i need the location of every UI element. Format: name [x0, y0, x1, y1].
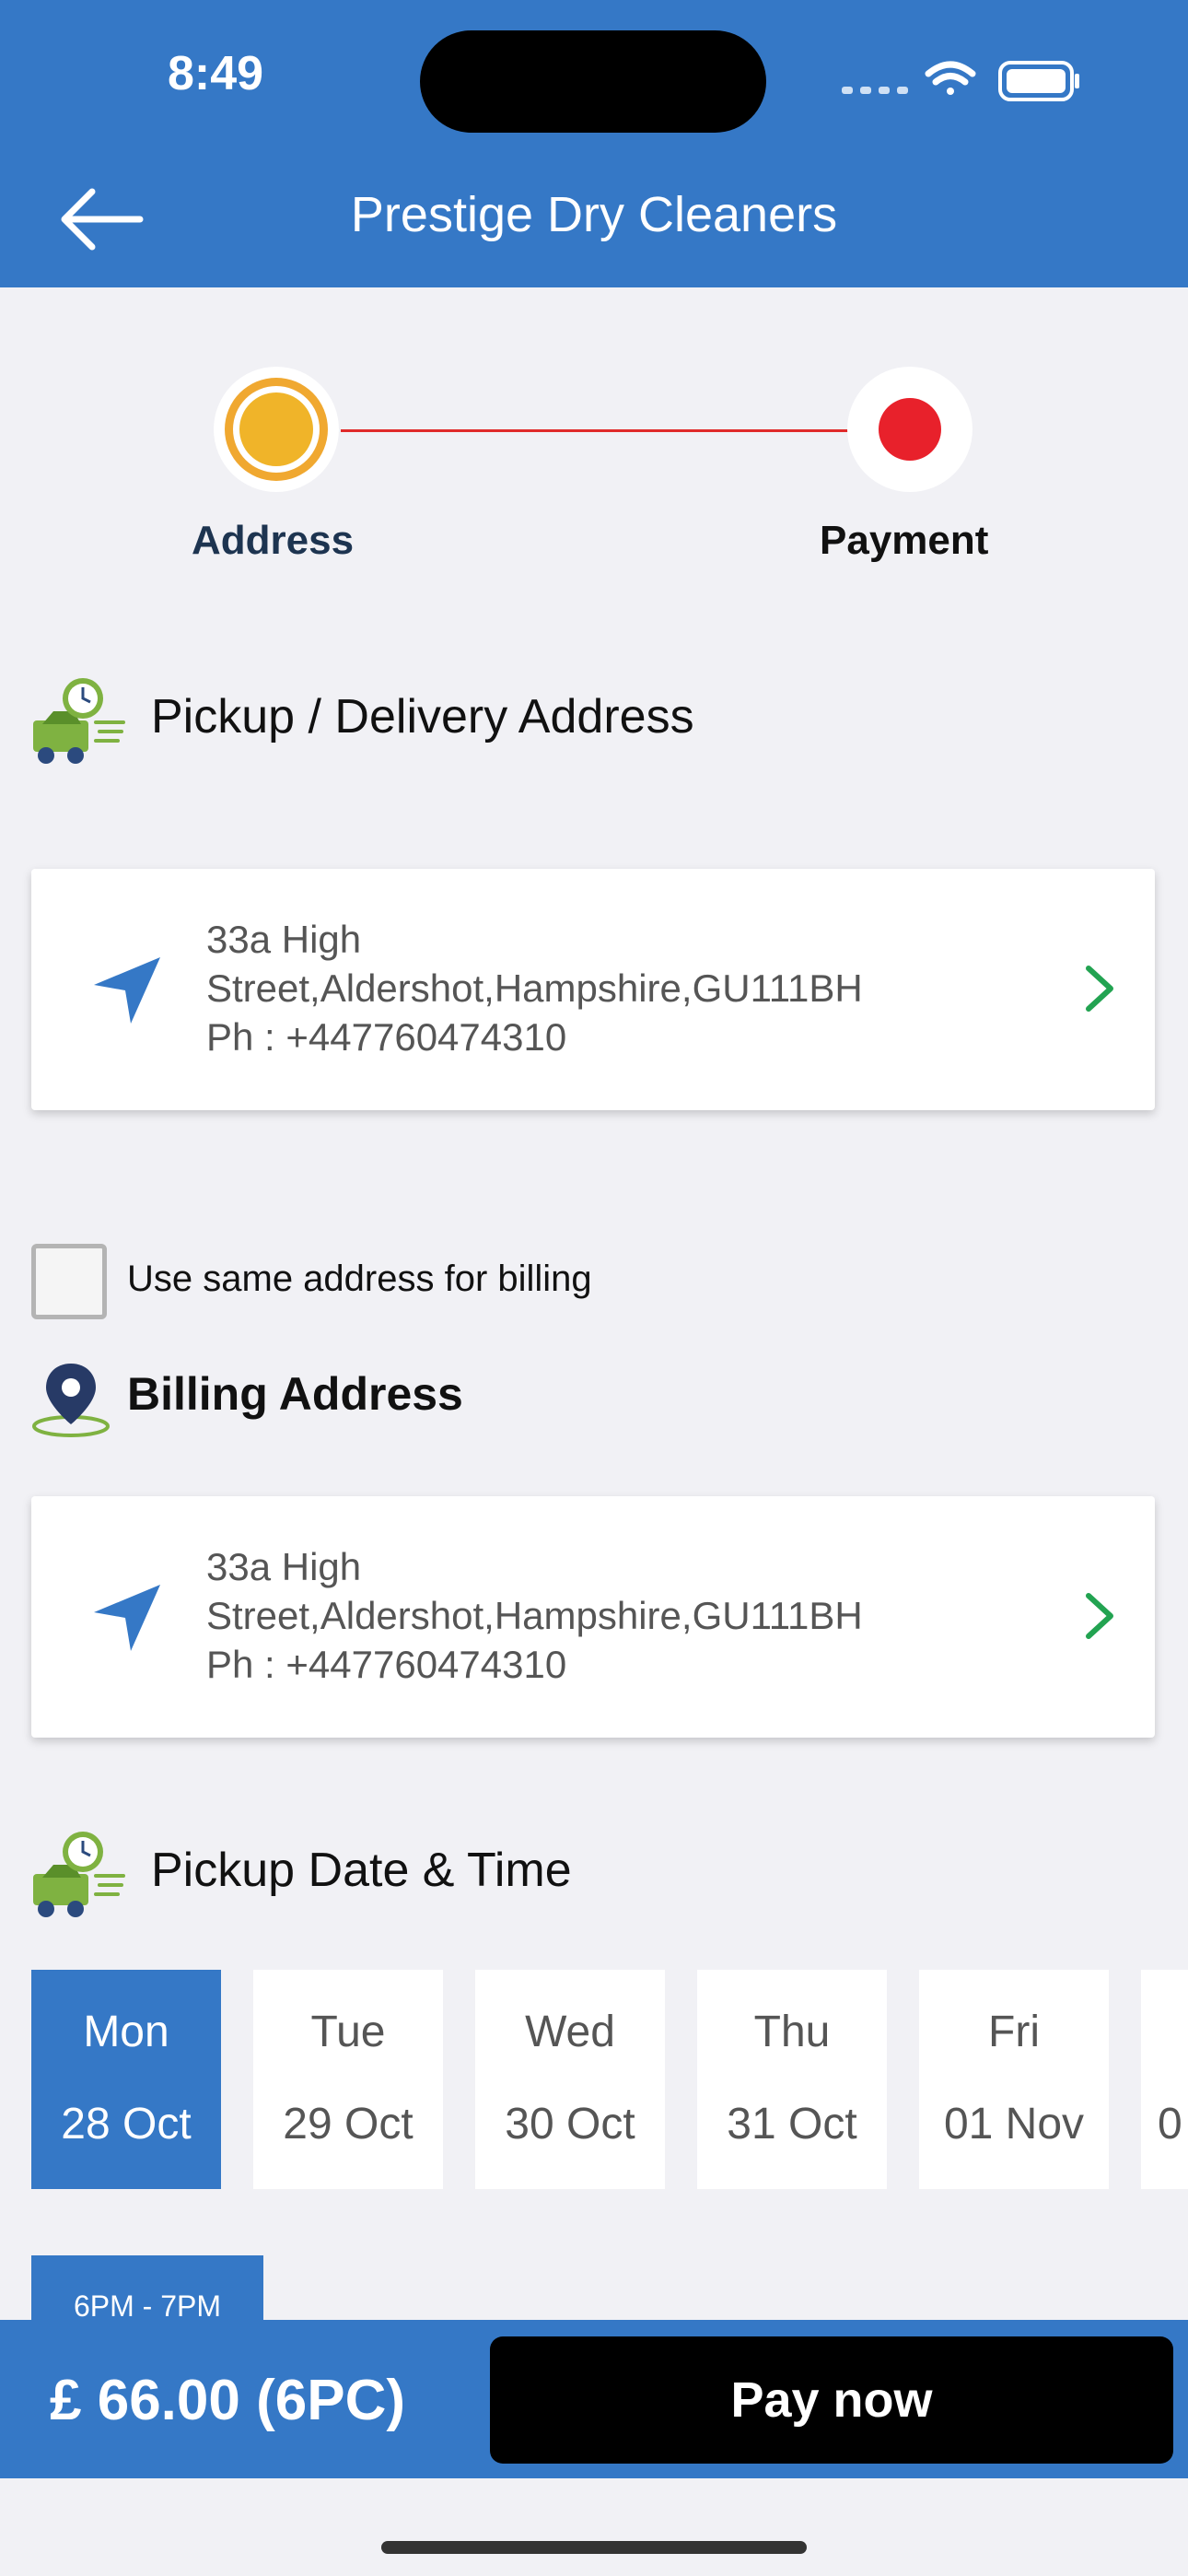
billing-phone: Ph : +447760474310 — [206, 1643, 567, 1686]
pickup-phone: Ph : +447760474310 — [206, 1015, 567, 1059]
chevron-right-icon — [1086, 966, 1113, 1012]
pickup-address-line1: 33a High — [206, 918, 362, 961]
day-date: 29 Oct — [283, 2100, 413, 2149]
date-option-mon[interactable]: Mon 28 Oct — [31, 1970, 221, 2189]
pickup-address-text: 33a High Street,Aldershot,Hampshire,GU11… — [206, 915, 1017, 1061]
date-selector: Mon 28 Oct Tue 29 Oct Wed 30 Oct Thu 31 … — [31, 1970, 1188, 2189]
billing-address-card[interactable]: 33a High Street,Aldershot,Hampshire,GU11… — [31, 1496, 1155, 1738]
page-title: Prestige Dry Cleaners — [350, 187, 838, 242]
date-option-fri[interactable]: Fri 01 Nov — [919, 1970, 1109, 2189]
home-indicator — [381, 2541, 807, 2554]
wifi-icon — [925, 61, 976, 95]
day-date: 31 Oct — [727, 2100, 857, 2149]
order-total: £ 66.00 (6PC) — [50, 2369, 405, 2432]
pickup-section-title: Pickup / Delivery Address — [151, 690, 694, 744]
day-name: Tue — [310, 2008, 386, 2056]
step-payment-indicator — [847, 367, 973, 492]
day-date: 28 Oct — [61, 2100, 192, 2149]
date-section-title: Pickup Date & Time — [151, 1844, 572, 1897]
pay-now-button[interactable]: Pay now — [490, 2336, 1173, 2464]
day-date: 01 Nov — [943, 2100, 1085, 2149]
billing-section-title: Billing Address — [127, 1368, 463, 1420]
status-icons — [842, 61, 1079, 101]
date-option-tue[interactable]: Tue 29 Oct — [253, 1970, 443, 2189]
step-address-label: Address — [192, 518, 355, 563]
checkout-bar: £ 66.00 (6PC) Pay now — [0, 2320, 1188, 2478]
location-pin-icon — [32, 1364, 110, 1437]
app-header: 8:49 Prestige Dry Cleaners — [0, 0, 1188, 287]
date-option-partial[interactable]: 0 — [1141, 1970, 1188, 2189]
day-name: Thu — [753, 2008, 831, 2056]
same-address-label: Use same address for billing — [127, 1259, 592, 1299]
chevron-right-icon — [1086, 1593, 1113, 1639]
day-name: Mon — [83, 2008, 169, 2056]
signal-icon — [842, 87, 908, 94]
day-name: Fri — [988, 2008, 1040, 2056]
delivery-truck-icon — [33, 678, 125, 764]
navigation-arrow-icon — [94, 957, 160, 1024]
pickup-address-line2: Street,Aldershot,Hampshire,GU111BH — [206, 966, 863, 1010]
dynamic-island — [420, 30, 766, 133]
billing-address-line2: Street,Aldershot,Hampshire,GU111BH — [206, 1594, 863, 1637]
navigation-arrow-icon — [94, 1585, 160, 1651]
status-time: 8:49 — [168, 47, 264, 100]
day-date: 30 Oct — [505, 2100, 635, 2149]
billing-address-line1: 33a High — [206, 1545, 362, 1588]
day-date: 0 — [1158, 2100, 1182, 2149]
date-option-wed[interactable]: Wed 30 Oct — [475, 1970, 665, 2189]
delivery-truck-icon — [33, 1832, 125, 1917]
billing-address-text: 33a High Street,Aldershot,Hampshire,GU11… — [206, 1542, 1017, 1689]
day-name: Wed — [525, 2008, 615, 2056]
battery-icon — [998, 61, 1079, 101]
step-address-indicator — [214, 367, 339, 492]
step-payment-label: Payment — [820, 518, 989, 563]
pickup-address-card[interactable]: 33a High Street,Aldershot,Hampshire,GU11… — [31, 869, 1155, 1110]
same-address-checkbox[interactable] — [31, 1244, 107, 1319]
date-option-thu[interactable]: Thu 31 Oct — [697, 1970, 887, 2189]
stepper-connector — [341, 429, 884, 432]
